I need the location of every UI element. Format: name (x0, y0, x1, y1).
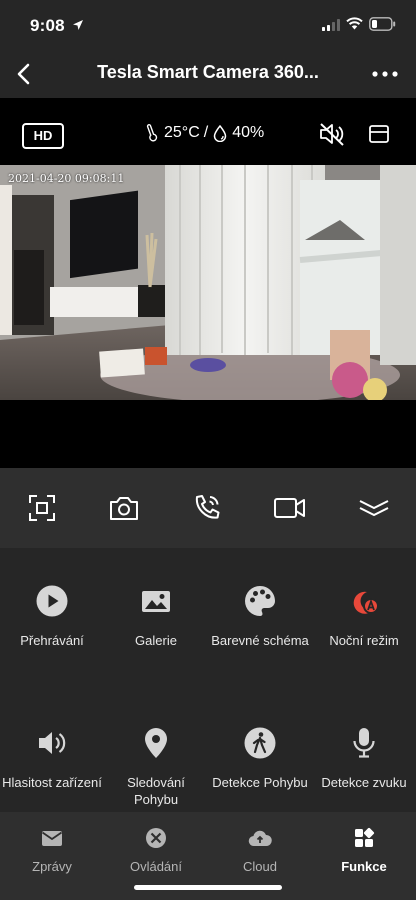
tab-functions[interactable]: Funkce (312, 826, 416, 874)
tab-control[interactable]: Ovládání (104, 826, 208, 874)
video-camera-icon (274, 498, 305, 518)
thermometer-icon (146, 124, 158, 142)
feature-label: Sledování Pohybu (127, 775, 185, 807)
location-arrow-icon (73, 20, 83, 30)
layout-toggle-icon[interactable] (368, 123, 390, 145)
feature-label: Detekce zvuku (321, 775, 407, 790)
camera-icon (110, 497, 138, 520)
wifi-icon (346, 17, 363, 30)
camera-controls (0, 468, 416, 548)
tab-label: Zprávy (32, 859, 72, 874)
back-arrow-icon[interactable] (14, 62, 34, 86)
video-timestamp: 2021-04-20 09:08:11 (8, 172, 125, 185)
feature-label: Barevné schéma (211, 633, 309, 648)
tab-messages[interactable]: Zprávy (0, 826, 104, 874)
night-mode-icon (353, 591, 379, 614)
phone-call-icon (195, 495, 220, 519)
cloud-icon (248, 830, 272, 847)
feature-label: Hlasitost zařízení (2, 775, 102, 790)
humidity-value: 40% (232, 124, 265, 141)
palette-icon (245, 586, 275, 616)
play-icon (36, 585, 68, 617)
feature-gallery[interactable]: Galerie (104, 584, 208, 650)
location-pin-icon (145, 728, 167, 758)
feature-motion-detection[interactable]: Detekce Pohybu (208, 726, 312, 792)
message-icon (41, 831, 63, 846)
feature-grid: Přehrávání Galerie Barevné schéma Noční … (0, 548, 416, 812)
status-bar: 9:08 (0, 0, 416, 50)
speaker-mute-icon[interactable] (318, 121, 346, 147)
tab-cloud[interactable]: Cloud (208, 826, 312, 874)
cellular-signal-icon (322, 19, 340, 31)
tab-label: Ovládání (129, 859, 183, 874)
feature-color-scheme[interactable]: Barevné schéma (208, 584, 312, 650)
feature-sound-detection[interactable]: Detekce zvuku (312, 726, 416, 792)
control-icon (146, 828, 166, 848)
feature-label: Detekce Pohybu (212, 775, 308, 790)
temperature-value: 25°C (164, 124, 200, 141)
gallery-icon (142, 591, 170, 612)
volume-icon (39, 732, 66, 754)
functions-icon (355, 827, 375, 847)
status-time: 9:08 (30, 16, 65, 35)
page-title: Tesla Smart Camera 360... (97, 62, 319, 82)
record-button[interactable] (272, 490, 308, 526)
collapse-button[interactable] (356, 490, 392, 526)
double-chevron-down-icon (359, 500, 389, 517)
tab-label: Funkce (341, 859, 387, 874)
nav-bar: Tesla Smart Camera 360... (0, 50, 416, 98)
feature-device-volume[interactable]: Hlasitost zařízení (0, 726, 104, 792)
walking-person-icon (244, 727, 276, 759)
tab-label: Cloud (243, 859, 277, 874)
fullscreen-icon (29, 495, 55, 521)
readout-separator: / (203, 124, 209, 141)
battery-icon (369, 17, 396, 31)
home-indicator (134, 885, 282, 890)
camera-feed-image (0, 165, 416, 400)
feature-label: Noční režim (329, 633, 399, 648)
feature-label: Přehrávání (20, 633, 84, 648)
camera-feed[interactable]: 2021-04-20 09:08:11 (0, 165, 416, 400)
humidity-icon (213, 124, 227, 142)
environment-readout: 25°C / 40% (142, 124, 264, 142)
feature-label: Galerie (135, 633, 177, 648)
snapshot-button[interactable] (106, 490, 142, 526)
feature-playback[interactable]: Přehrávání (0, 584, 104, 650)
hd-quality-button[interactable]: HD (22, 123, 64, 149)
microphone-icon (353, 728, 375, 758)
feature-motion-tracking[interactable]: Sledování Pohybu (104, 726, 208, 808)
fullscreen-button[interactable] (24, 490, 60, 526)
feature-night-mode[interactable]: Noční režim (312, 584, 416, 650)
talk-button[interactable] (189, 490, 225, 526)
more-options-icon[interactable] (370, 64, 400, 84)
